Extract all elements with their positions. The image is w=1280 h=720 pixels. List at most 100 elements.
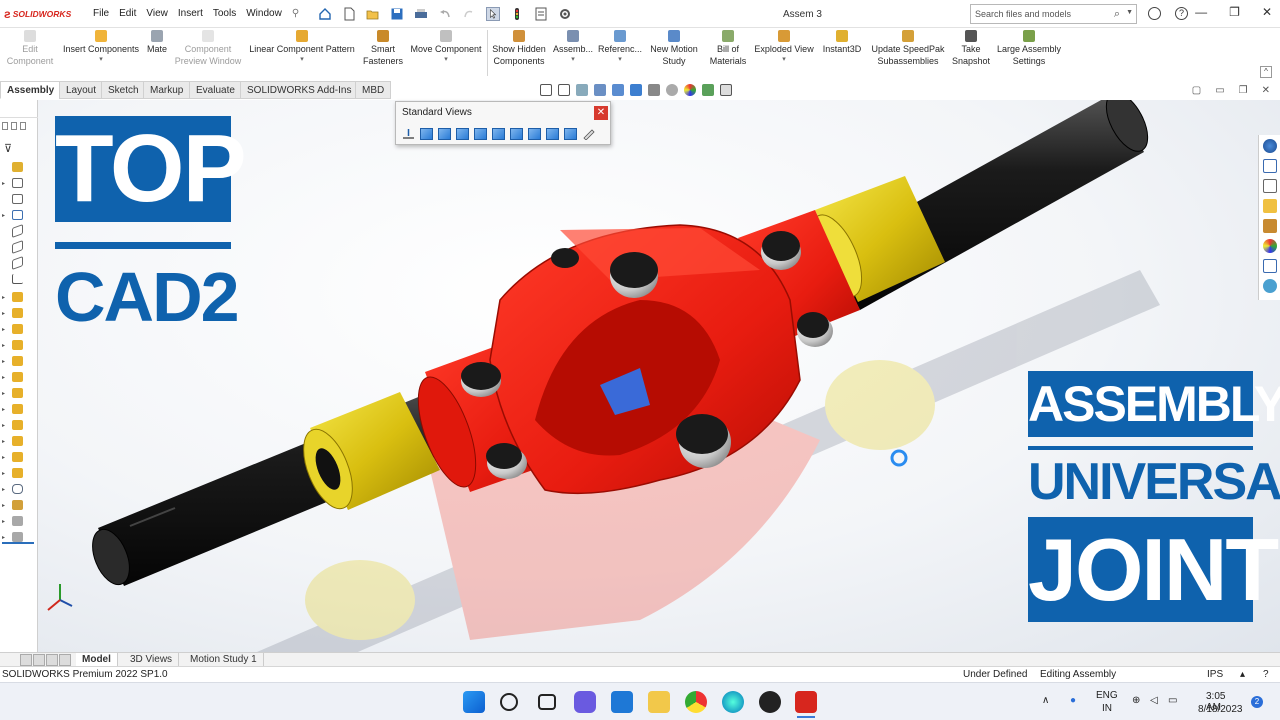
language-secondary[interactable]: IN — [1102, 703, 1112, 714]
mate-button[interactable]: Mate — [143, 30, 171, 55]
configmanager-tab-icon[interactable] — [20, 122, 26, 130]
search-field[interactable]: Search files and models ⌕ ▼ — [970, 4, 1137, 24]
battery-icon[interactable]: ▭ — [1168, 695, 1177, 706]
view-settings-icon[interactable] — [720, 84, 732, 96]
tree-item-part[interactable]: ▸ — [2, 290, 36, 304]
select-cursor-icon[interactable] — [486, 6, 501, 21]
tab-model[interactable]: Model — [76, 653, 118, 667]
cross-pin[interactable] — [610, 252, 658, 298]
minimize-icon[interactable]: — — [1195, 5, 1207, 19]
bill-of-materials-button[interactable]: Bill of Materials — [706, 30, 750, 67]
tab-layout[interactable]: Layout — [59, 81, 104, 99]
steam-icon[interactable] — [759, 691, 781, 713]
viewport-restore-icon[interactable]: ❐ — [1239, 85, 1248, 96]
view-palette-icon[interactable] — [1263, 219, 1277, 233]
clock-date[interactable]: 8/18/2023 — [1198, 704, 1243, 715]
search-dropdown-icon[interactable]: ▼ — [1126, 9, 1133, 16]
dropdown-arrow-icon[interactable]: ▾ — [246, 55, 358, 65]
chrome-icon[interactable] — [685, 691, 707, 713]
tree-item-pattern[interactable]: ▸ — [2, 514, 36, 528]
tree-item-part[interactable]: ▸ — [2, 322, 36, 336]
tree-item-front-plane[interactable] — [2, 223, 36, 239]
trimetric-view-icon[interactable] — [564, 128, 577, 140]
tab-addins[interactable]: SOLIDWORKS Add-Ins — [240, 81, 359, 99]
back-view-icon[interactable] — [438, 128, 451, 140]
edit-appearance-icon[interactable] — [684, 84, 696, 96]
tree-item-part[interactable]: ▸ — [2, 402, 36, 416]
print-icon[interactable] — [414, 7, 428, 21]
unit-system[interactable]: IPS — [1207, 669, 1223, 680]
tree-item-part[interactable]: ▸ — [2, 354, 36, 368]
expand-commandmanager-icon[interactable]: ^ — [1260, 66, 1272, 78]
rollback-bar[interactable] — [2, 542, 34, 544]
view-orientation-icon[interactable] — [630, 84, 642, 96]
editing-status[interactable]: Editing Assembly — [1040, 669, 1116, 680]
dropdown-arrow-icon[interactable]: ▾ — [407, 55, 485, 65]
next-tab-icon[interactable] — [46, 654, 58, 666]
featuremanager-tab-icon[interactable] — [2, 122, 8, 130]
first-tab-icon[interactable] — [20, 654, 32, 666]
tree-item-pattern[interactable]: ▸ — [2, 498, 36, 512]
traffic-light-icon[interactable] — [510, 7, 524, 21]
chat-icon[interactable] — [574, 691, 596, 713]
tree-item-history[interactable]: ▸ — [2, 176, 36, 190]
tree-item-sensors[interactable] — [2, 192, 36, 206]
tree-item-part[interactable]: ▸ — [2, 370, 36, 384]
tab-markup[interactable]: Markup — [143, 81, 191, 99]
tree-item-part[interactable]: ▸ — [2, 386, 36, 400]
menu-file[interactable]: File — [93, 8, 109, 19]
tab-motion-study[interactable]: Motion Study 1 — [184, 653, 264, 667]
take-snapshot-button[interactable]: Take Snapshot — [950, 30, 992, 67]
start-icon[interactable] — [463, 691, 485, 713]
update-speedpak-button[interactable]: Update SpeedPak Subassemblies — [868, 30, 948, 67]
dropdown-arrow-icon[interactable]: ▾ — [597, 55, 643, 65]
edit-component-button[interactable]: Edit Component — [4, 30, 56, 67]
menu-window[interactable]: Window — [246, 8, 282, 19]
smart-fasteners-button[interactable]: Smart Fasteners — [361, 30, 405, 67]
tab-evaluate[interactable]: Evaluate — [189, 81, 242, 99]
save-icon[interactable] — [390, 7, 404, 21]
options-gear-icon[interactable] — [558, 7, 572, 21]
top-view-icon[interactable] — [492, 128, 505, 140]
dropdown-arrow-icon[interactable]: ▾ — [58, 55, 144, 65]
open-folder-icon[interactable] — [366, 7, 380, 21]
solidworks-resources-icon[interactable] — [1263, 139, 1277, 153]
tab-assembly[interactable]: Assembly — [0, 81, 62, 99]
viewport-close-icon[interactable]: ✕ — [1262, 85, 1270, 96]
prev-tab-icon[interactable] — [33, 654, 45, 666]
new-motion-study-button[interactable]: New Motion Study — [646, 30, 702, 67]
viewport-minimize-icon[interactable]: ▭ — [1215, 85, 1224, 96]
undo-icon[interactable] — [438, 7, 452, 21]
language-primary[interactable]: ENG — [1096, 690, 1118, 701]
display-style-icon[interactable] — [648, 84, 660, 96]
file-properties-icon[interactable] — [534, 7, 548, 21]
bottom-view-icon[interactable] — [510, 128, 523, 140]
user-account-icon[interactable] — [1148, 7, 1161, 20]
tree-item-right-plane[interactable] — [2, 255, 36, 271]
tab-mbd[interactable]: MBD — [355, 81, 392, 99]
exploded-view-button[interactable]: Exploded View ▾ — [753, 30, 815, 65]
show-hidden-components-button[interactable]: Show Hidden Components — [489, 30, 549, 67]
units-dropdown-icon[interactable]: ▴ — [1240, 669, 1245, 680]
tree-item-part[interactable]: ▸ — [2, 338, 36, 352]
tree-item-mates[interactable]: ▸ — [2, 482, 36, 496]
task-view-icon[interactable] — [538, 694, 556, 710]
solidworks-forum-icon[interactable] — [1263, 279, 1277, 293]
restore-icon[interactable]: ❐ — [1229, 5, 1240, 19]
home-icon[interactable] — [1263, 159, 1277, 173]
file-explorer-icon[interactable] — [648, 691, 670, 713]
tree-item-annotations[interactable]: ▸ — [2, 208, 36, 222]
help-icon[interactable]: ? — [1175, 7, 1188, 20]
isometric-view-icon[interactable] — [528, 128, 541, 140]
cross-pin[interactable] — [551, 248, 579, 268]
menu-tools[interactable]: Tools — [213, 8, 236, 19]
tree-item-assembly[interactable] — [2, 160, 36, 174]
previous-view-icon[interactable] — [576, 84, 588, 96]
propertymanager-tab-icon[interactable] — [11, 122, 17, 130]
zoom-to-area-icon[interactable] — [558, 84, 570, 96]
hide-show-items-icon[interactable] — [666, 84, 678, 96]
last-tab-icon[interactable] — [59, 654, 71, 666]
tab-3d-views[interactable]: 3D Views — [124, 653, 180, 667]
menu-view[interactable]: View — [146, 8, 168, 19]
tree-item-part[interactable]: ▸ — [2, 466, 36, 480]
